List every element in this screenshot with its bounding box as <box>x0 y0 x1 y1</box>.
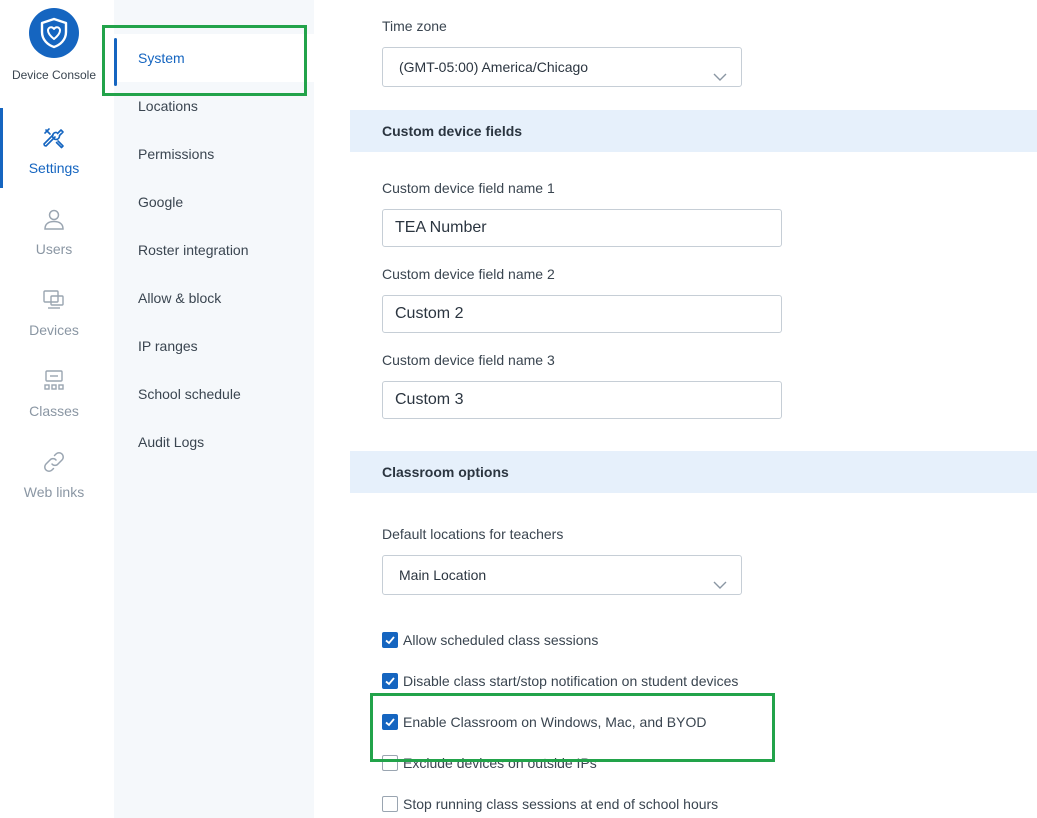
rail-item-classes[interactable]: Classes <box>0 351 108 431</box>
default-locations-select[interactable]: Main Location <box>382 555 742 595</box>
custom-field-1-label: Custom device field name 1 <box>382 180 555 196</box>
timezone-select[interactable]: (GMT-05:00) America/Chicago <box>382 47 742 87</box>
subnav-item-permissions[interactable]: Permissions <box>114 130 314 178</box>
rail-item-settings[interactable]: Settings <box>0 108 108 188</box>
section-classroom-options: Classroom options <box>350 451 1037 493</box>
rail-item-devices[interactable]: Devices <box>0 270 108 350</box>
rail-item-label: Devices <box>29 322 79 338</box>
default-locations-label: Default locations for teachers <box>382 526 564 542</box>
custom-field-1-input[interactable]: TEA Number <box>382 209 782 247</box>
subnav-item-school-schedule[interactable]: School schedule <box>114 370 314 418</box>
tools-icon <box>0 122 108 150</box>
custom-field-2-label: Custom device field name 2 <box>382 266 555 282</box>
subnav-item-google[interactable]: Google <box>114 178 314 226</box>
subnav-item-roster-integration[interactable]: Roster integration <box>114 226 314 274</box>
checkbox-unchecked[interactable] <box>382 796 398 812</box>
default-locations-value: Main Location <box>399 567 487 583</box>
section-custom-device-fields: Custom device fields <box>350 110 1037 152</box>
devices-icon <box>0 284 108 312</box>
app-logo[interactable]: Device Console <box>0 8 108 82</box>
chevron-down-icon <box>713 60 727 98</box>
rail-item-users[interactable]: Users <box>0 189 108 269</box>
user-icon <box>0 203 108 231</box>
option-label: Allow scheduled class sessions <box>403 632 599 648</box>
app-rail: Device Console Settings Users Devices Cl… <box>0 0 114 818</box>
custom-field-3-input[interactable]: Custom 3 <box>382 381 782 419</box>
rail-item-label: Web links <box>23 484 85 500</box>
checkbox-checked[interactable] <box>382 632 398 648</box>
option-label: Disable class start/stop notification on… <box>403 673 739 689</box>
custom-field-3-label: Custom device field name 3 <box>382 352 555 368</box>
timezone-value: (GMT-05:00) America/Chicago <box>399 59 589 75</box>
classes-icon <box>0 365 108 393</box>
timezone-label: Time zone <box>382 18 447 34</box>
content-gutter <box>314 0 350 818</box>
highlight-enable-classroom <box>370 693 775 762</box>
option-allow-scheduled-sessions[interactable]: Allow scheduled class sessions <box>382 630 598 650</box>
link-icon <box>0 446 108 474</box>
rail-item-label: Settings <box>28 160 80 176</box>
subnav-item-ip-ranges[interactable]: IP ranges <box>114 322 314 370</box>
subnav-item-audit-logs[interactable]: Audit Logs <box>114 418 314 466</box>
option-disable-notifications[interactable]: Disable class start/stop notification on… <box>382 671 738 691</box>
option-stop-at-end-of-hours[interactable]: Stop running class sessions at end of sc… <box>382 794 718 814</box>
checkbox-checked[interactable] <box>382 673 398 689</box>
custom-field-2-input[interactable]: Custom 2 <box>382 295 782 333</box>
app-logo-text: Device Console <box>11 68 97 82</box>
highlight-system-nav <box>102 25 307 96</box>
rail-item-label: Users <box>35 241 73 257</box>
subnav-item-allow-block[interactable]: Allow & block <box>114 274 314 322</box>
settings-subnav: System Locations Permissions Google Rost… <box>114 0 314 818</box>
chevron-down-icon <box>713 568 727 606</box>
rail-item-web-links[interactable]: Web links <box>0 432 108 512</box>
option-label: Stop running class sessions at end of sc… <box>403 796 719 812</box>
rail-item-label: Classes <box>29 403 79 419</box>
shield-heart-icon <box>29 8 79 58</box>
